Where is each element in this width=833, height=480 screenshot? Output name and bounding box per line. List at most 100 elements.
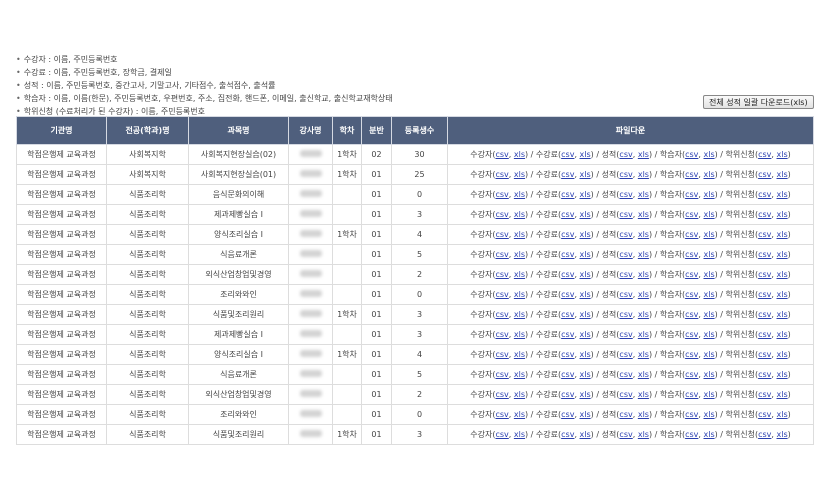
- degree-xls-link[interactable]: xls: [777, 230, 788, 239]
- fees-csv-link[interactable]: csv: [561, 170, 574, 179]
- grades-csv-link[interactable]: csv: [619, 250, 632, 259]
- students-csv-link[interactable]: csv: [495, 150, 508, 159]
- students-csv-link[interactable]: csv: [495, 270, 508, 279]
- grades-csv-link[interactable]: csv: [619, 430, 632, 439]
- students-xls-link[interactable]: xls: [514, 170, 525, 179]
- grades-csv-link[interactable]: csv: [619, 150, 632, 159]
- students-xls-link[interactable]: xls: [514, 190, 525, 199]
- degree-csv-link[interactable]: csv: [758, 310, 771, 319]
- learners-xls-link[interactable]: xls: [703, 170, 714, 179]
- degree-xls-link[interactable]: xls: [777, 150, 788, 159]
- fees-xls-link[interactable]: xls: [580, 270, 591, 279]
- degree-csv-link[interactable]: csv: [758, 290, 771, 299]
- learners-csv-link[interactable]: csv: [685, 270, 698, 279]
- fees-xls-link[interactable]: xls: [580, 370, 591, 379]
- fees-csv-link[interactable]: csv: [561, 210, 574, 219]
- learners-csv-link[interactable]: csv: [685, 210, 698, 219]
- degree-csv-link[interactable]: csv: [758, 250, 771, 259]
- grades-csv-link[interactable]: csv: [619, 290, 632, 299]
- degree-csv-link[interactable]: csv: [758, 370, 771, 379]
- degree-xls-link[interactable]: xls: [777, 250, 788, 259]
- grades-csv-link[interactable]: csv: [619, 390, 632, 399]
- learners-xls-link[interactable]: xls: [703, 350, 714, 359]
- learners-xls-link[interactable]: xls: [703, 150, 714, 159]
- students-csv-link[interactable]: csv: [495, 250, 508, 259]
- degree-csv-link[interactable]: csv: [758, 190, 771, 199]
- grades-csv-link[interactable]: csv: [619, 230, 632, 239]
- fees-xls-link[interactable]: xls: [580, 390, 591, 399]
- grades-xls-link[interactable]: xls: [638, 410, 649, 419]
- grades-csv-link[interactable]: csv: [619, 190, 632, 199]
- fees-xls-link[interactable]: xls: [580, 410, 591, 419]
- grades-csv-link[interactable]: csv: [619, 310, 632, 319]
- fees-csv-link[interactable]: csv: [561, 330, 574, 339]
- grades-xls-link[interactable]: xls: [638, 150, 649, 159]
- students-xls-link[interactable]: xls: [514, 390, 525, 399]
- grades-xls-link[interactable]: xls: [638, 350, 649, 359]
- fees-csv-link[interactable]: csv: [561, 150, 574, 159]
- learners-csv-link[interactable]: csv: [685, 410, 698, 419]
- fees-csv-link[interactable]: csv: [561, 310, 574, 319]
- grades-xls-link[interactable]: xls: [638, 250, 649, 259]
- grades-csv-link[interactable]: csv: [619, 330, 632, 339]
- learners-csv-link[interactable]: csv: [685, 370, 698, 379]
- degree-xls-link[interactable]: xls: [777, 310, 788, 319]
- students-csv-link[interactable]: csv: [495, 370, 508, 379]
- download-all-grades-button[interactable]: 전체 성적 일괄 다운로드(xls): [703, 95, 814, 109]
- students-csv-link[interactable]: csv: [495, 230, 508, 239]
- learners-xls-link[interactable]: xls: [703, 290, 714, 299]
- grades-csv-link[interactable]: csv: [619, 370, 632, 379]
- fees-xls-link[interactable]: xls: [580, 190, 591, 199]
- learners-csv-link[interactable]: csv: [685, 190, 698, 199]
- degree-csv-link[interactable]: csv: [758, 430, 771, 439]
- degree-csv-link[interactable]: csv: [758, 230, 771, 239]
- degree-xls-link[interactable]: xls: [777, 210, 788, 219]
- learners-xls-link[interactable]: xls: [703, 210, 714, 219]
- learners-xls-link[interactable]: xls: [703, 190, 714, 199]
- degree-csv-link[interactable]: csv: [758, 390, 771, 399]
- learners-xls-link[interactable]: xls: [703, 270, 714, 279]
- students-xls-link[interactable]: xls: [514, 270, 525, 279]
- fees-xls-link[interactable]: xls: [580, 310, 591, 319]
- students-csv-link[interactable]: csv: [495, 210, 508, 219]
- students-csv-link[interactable]: csv: [495, 390, 508, 399]
- degree-xls-link[interactable]: xls: [777, 410, 788, 419]
- students-csv-link[interactable]: csv: [495, 170, 508, 179]
- fees-csv-link[interactable]: csv: [561, 290, 574, 299]
- degree-xls-link[interactable]: xls: [777, 330, 788, 339]
- degree-csv-link[interactable]: csv: [758, 210, 771, 219]
- degree-csv-link[interactable]: csv: [758, 410, 771, 419]
- grades-xls-link[interactable]: xls: [638, 270, 649, 279]
- fees-csv-link[interactable]: csv: [561, 270, 574, 279]
- students-csv-link[interactable]: csv: [495, 330, 508, 339]
- fees-csv-link[interactable]: csv: [561, 250, 574, 259]
- grades-xls-link[interactable]: xls: [638, 190, 649, 199]
- students-xls-link[interactable]: xls: [514, 370, 525, 379]
- learners-xls-link[interactable]: xls: [703, 410, 714, 419]
- fees-csv-link[interactable]: csv: [561, 370, 574, 379]
- grades-csv-link[interactable]: csv: [619, 270, 632, 279]
- students-xls-link[interactable]: xls: [514, 330, 525, 339]
- learners-csv-link[interactable]: csv: [685, 430, 698, 439]
- learners-xls-link[interactable]: xls: [703, 330, 714, 339]
- fees-xls-link[interactable]: xls: [580, 250, 591, 259]
- students-csv-link[interactable]: csv: [495, 410, 508, 419]
- learners-csv-link[interactable]: csv: [685, 250, 698, 259]
- fees-csv-link[interactable]: csv: [561, 430, 574, 439]
- learners-csv-link[interactable]: csv: [685, 170, 698, 179]
- degree-xls-link[interactable]: xls: [777, 350, 788, 359]
- grades-xls-link[interactable]: xls: [638, 370, 649, 379]
- fees-csv-link[interactable]: csv: [561, 410, 574, 419]
- degree-xls-link[interactable]: xls: [777, 390, 788, 399]
- degree-xls-link[interactable]: xls: [777, 270, 788, 279]
- degree-xls-link[interactable]: xls: [777, 430, 788, 439]
- learners-xls-link[interactable]: xls: [703, 430, 714, 439]
- students-xls-link[interactable]: xls: [514, 350, 525, 359]
- students-xls-link[interactable]: xls: [514, 410, 525, 419]
- students-xls-link[interactable]: xls: [514, 250, 525, 259]
- learners-csv-link[interactable]: csv: [685, 290, 698, 299]
- degree-csv-link[interactable]: csv: [758, 350, 771, 359]
- grades-xls-link[interactable]: xls: [638, 210, 649, 219]
- degree-xls-link[interactable]: xls: [777, 370, 788, 379]
- fees-csv-link[interactable]: csv: [561, 230, 574, 239]
